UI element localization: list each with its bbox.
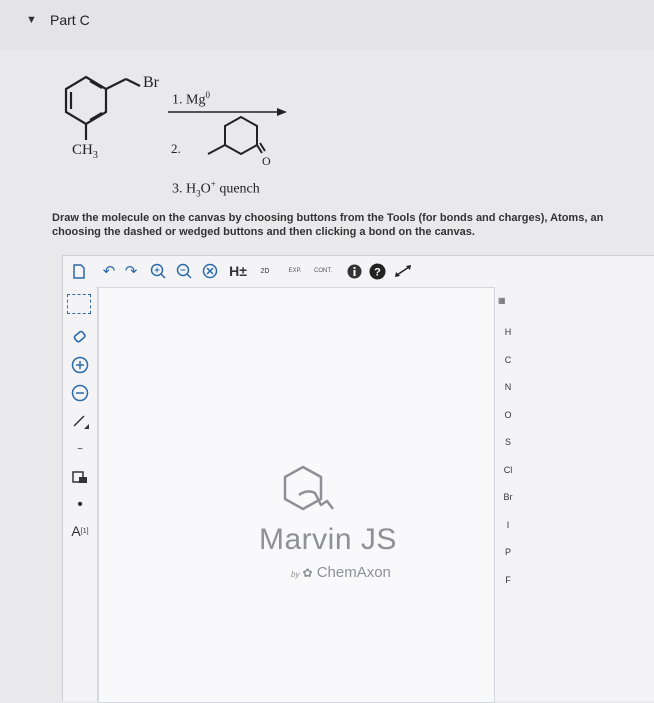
undo-icon[interactable]: ↶ (101, 262, 117, 280)
help-icon[interactable]: ? (367, 262, 387, 280)
atom-button-cl[interactable]: Cl (493, 465, 523, 475)
selection-tool-icon[interactable] (67, 294, 91, 314)
benzene-ring (64, 75, 141, 140)
marvin-logo-icon (283, 465, 334, 511)
atom-button-f[interactable]: F (493, 575, 523, 585)
step1-label: 1. Mg0 (172, 90, 210, 108)
radical-tool-icon[interactable]: • (67, 494, 93, 516)
part-header[interactable]: ▼ Part C (0, 0, 654, 50)
atom-button-br[interactable]: Br (493, 492, 523, 502)
atom-button-h[interactable]: H (493, 327, 523, 337)
chain-tool-icon[interactable]: ~ (67, 438, 93, 460)
chemaxon-byline: by ✿ ChemAxon (291, 564, 391, 581)
collapse-caret-icon[interactable]: ▼ (26, 14, 37, 26)
periodic-table-icon[interactable]: ▦ (498, 296, 506, 305)
atom-label-tool[interactable]: A [1] (67, 520, 93, 542)
decrease-charge-icon[interactable] (67, 382, 93, 404)
periodic-table-bar: ▦ H C N O S Cl Br I P F (493, 287, 523, 701)
template-tool-icon[interactable] (67, 466, 93, 488)
single-bond-icon[interactable] (67, 410, 93, 432)
marvin-editor: ↶ ↷ H± 2D EXP. CONT. ? ~ • A [1] Marvin … (62, 255, 654, 703)
expand-button[interactable]: EXP. (285, 262, 305, 280)
methyl-label: CH3 (72, 142, 98, 161)
reaction-scheme: Br CH3 1. Mg0 2. O 3. H3O+ quench (0, 50, 654, 210)
explicit-hydrogens-button[interactable]: H± (227, 262, 249, 280)
reaction-arrow (168, 108, 287, 116)
editor-left-toolbar: ~ • A [1] (63, 286, 98, 701)
atom-button-i[interactable]: I (493, 520, 523, 530)
cyclohexanone-ring (207, 115, 266, 156)
step2-label: 2. (171, 141, 181, 156)
fullscreen-icon[interactable] (393, 262, 413, 280)
atom-button-s[interactable]: S (493, 437, 523, 447)
svg-text:?: ? (374, 266, 381, 278)
redo-icon[interactable]: ↷ (123, 262, 139, 280)
instructions-text: Draw the molecule on the canvas by choos… (52, 211, 652, 239)
chemaxon-logo-icon: ✿ (302, 566, 313, 580)
clean-2d-button[interactable]: 2D (255, 262, 275, 280)
contract-button[interactable]: CONT. (311, 262, 335, 280)
part-title: Part C (50, 12, 90, 28)
zoom-out-icon[interactable] (175, 262, 193, 280)
clear-icon[interactable] (201, 262, 219, 280)
instructions-line-1: Draw the molecule on the canvas by choos… (52, 212, 604, 224)
instructions-line-2: choosing the dashed or wedged buttons an… (52, 226, 475, 238)
increase-charge-icon[interactable] (67, 354, 93, 376)
marvin-js-title: Marvin JS (259, 523, 397, 556)
zoom-in-icon[interactable] (149, 262, 167, 280)
atom-button-n[interactable]: N (493, 382, 523, 392)
editor-toolbar: ↶ ↷ H± 2D EXP. CONT. ? (63, 256, 654, 286)
step3-label: 3. H3O+ quench (172, 179, 260, 199)
atom-button-p[interactable]: P (493, 547, 523, 557)
drawing-canvas[interactable]: Marvin JS by ✿ ChemAxon (98, 287, 495, 703)
reaction-scheme-drawing (64, 75, 287, 156)
eraser-icon[interactable] (67, 326, 93, 348)
atom-button-o[interactable]: O (493, 410, 523, 420)
info-icon[interactable] (345, 262, 363, 280)
atom-button-c[interactable]: C (493, 355, 523, 365)
bromo-label: Br (143, 74, 159, 91)
new-document-icon[interactable] (71, 262, 87, 280)
carbonyl-oxygen-label: O (262, 154, 271, 168)
